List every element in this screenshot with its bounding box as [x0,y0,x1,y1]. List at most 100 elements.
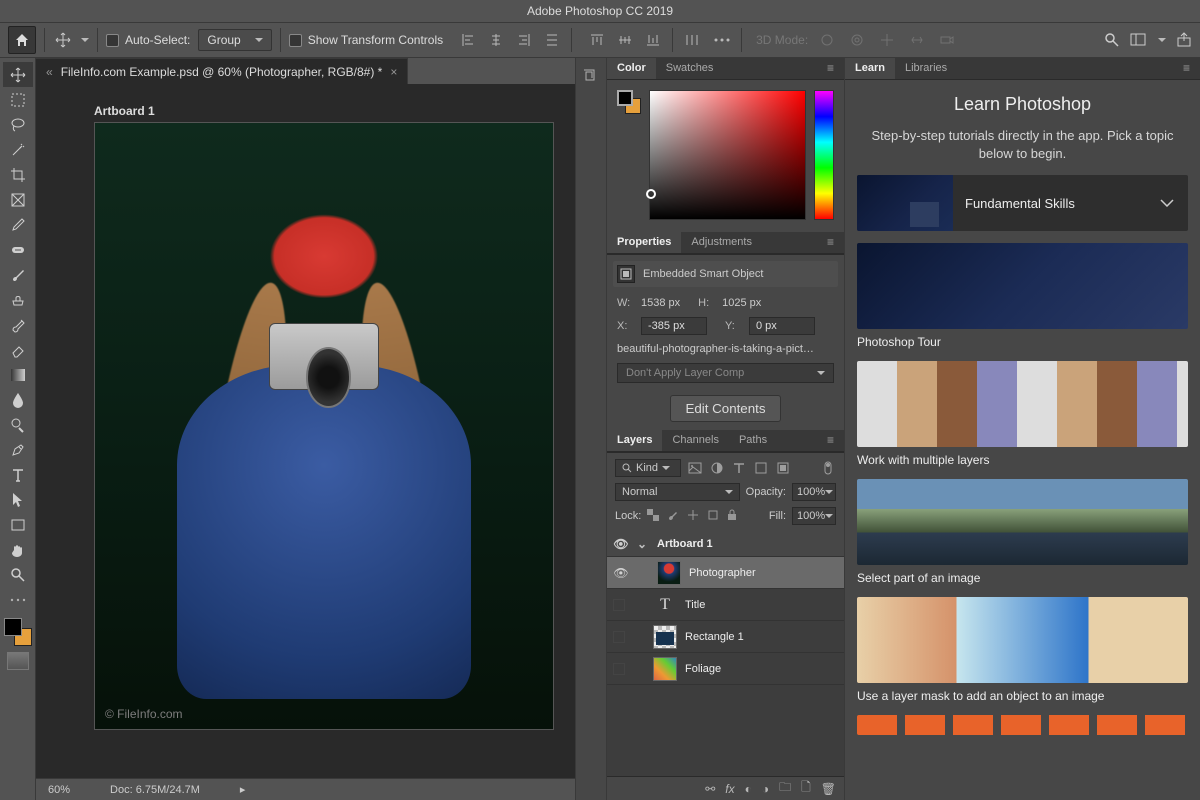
history-panel-icon[interactable] [580,66,602,88]
height-value[interactable]: 1025 px [722,297,761,309]
artboard[interactable]: © FileInfo.com [94,122,554,730]
visibility-icon[interactable] [613,599,625,611]
lasso-tool[interactable] [3,112,33,137]
visibility-icon[interactable]: 👁 [613,537,629,551]
delete-layer-icon[interactable]: 🗑 [821,782,836,796]
distribute-spacing-icon[interactable] [681,29,703,51]
tab-layers[interactable]: Layers [607,429,662,451]
zoom-tool[interactable] [3,562,33,587]
lock-all-icon[interactable] [727,509,741,523]
layer-thumbnail[interactable] [653,625,677,649]
align-left-icon[interactable] [457,29,479,51]
artboard-label[interactable]: Artboard 1 [94,104,155,118]
auto-select-checkbox[interactable]: Auto-Select: [106,33,190,47]
eraser-tool[interactable] [3,337,33,362]
visibility-icon[interactable]: 👁 [613,566,629,580]
layer-filter-kind-dropdown[interactable]: Kind [615,459,681,477]
zoom-level[interactable]: 60% [48,784,70,796]
tutorial-card[interactable]: Use a layer mask to add an object to an … [857,597,1188,703]
document-tab[interactable]: « FileInfo.com Example.psd @ 60% (Photog… [36,58,408,84]
blur-tool[interactable] [3,387,33,412]
visibility-icon[interactable] [613,663,625,675]
align-center-h-icon[interactable] [485,29,507,51]
frame-tool[interactable] [3,187,33,212]
foreground-background-colors[interactable] [4,618,32,646]
tab-adjustments[interactable]: Adjustments [681,231,762,253]
layer-row[interactable]: 👁 Photographer [607,557,844,589]
filter-shape-icon[interactable] [753,460,769,476]
filter-toggle-icon[interactable] [820,460,836,476]
tab-color[interactable]: Color [607,58,656,79]
layer-thumbnail[interactable]: T [653,593,677,617]
panel-menu-icon[interactable]: ≡ [1179,58,1194,79]
layer-thumbnail[interactable] [657,561,681,585]
filter-smartobject-icon[interactable] [775,460,791,476]
filter-adjustment-icon[interactable] [709,460,725,476]
screen-mode-icon[interactable] [1130,33,1148,47]
crop-tool[interactable] [3,162,33,187]
eyedropper-tool[interactable] [3,212,33,237]
layer-thumbnail[interactable] [653,657,677,681]
show-transform-checkbox[interactable]: Show Transform Controls [289,33,443,47]
brush-tool[interactable] [3,262,33,287]
status-disclosure-icon[interactable]: ▸ [240,783,246,796]
panel-menu-icon[interactable]: ≡ [823,58,838,79]
align-center-v-icon[interactable] [614,29,636,51]
close-tab-icon[interactable]: × [390,65,397,79]
dodge-tool[interactable] [3,412,33,437]
new-layer-icon[interactable]: 🗋 [801,778,811,799]
filter-type-icon[interactable] [731,460,747,476]
magic-wand-tool[interactable] [3,137,33,162]
layer-row[interactable]: T Title [607,589,844,621]
link-layers-icon[interactable]: ⚯ [705,782,715,796]
y-input[interactable] [749,317,815,335]
gradient-tool[interactable] [3,362,33,387]
tutorial-card[interactable]: Select part of an image [857,479,1188,585]
tab-channels[interactable]: Channels [662,429,728,451]
new-group-icon[interactable]: 🗀 [779,778,791,799]
disclosure-icon[interactable]: ⌄ [637,537,649,551]
document-info[interactable]: Doc: 6.75M/24.7M [110,784,200,796]
layer-row-artboard[interactable]: 👁 ⌄ Artboard 1 [607,531,844,557]
quick-mask-toggle[interactable] [7,652,29,670]
chevron-down-icon[interactable] [1158,38,1166,46]
more-options-icon[interactable] [711,29,733,51]
tab-learn[interactable]: Learn [845,58,895,79]
tab-properties[interactable]: Properties [607,231,681,253]
tutorial-card[interactable] [857,715,1188,735]
filter-pixel-icon[interactable] [687,460,703,476]
lock-transparency-icon[interactable] [647,509,661,523]
hue-slider[interactable] [814,90,834,220]
panel-menu-icon[interactable]: ≡ [823,231,838,253]
search-icon[interactable] [1104,32,1120,48]
align-top-icon[interactable] [586,29,608,51]
history-brush-tool[interactable] [3,312,33,337]
align-bottom-icon[interactable] [642,29,664,51]
tab-libraries[interactable]: Libraries [895,58,957,79]
layer-row[interactable]: Foliage [607,653,844,685]
layer-row[interactable]: Rectangle 1 [607,621,844,653]
home-button[interactable] [8,26,36,54]
chevron-down-icon[interactable] [81,38,89,46]
lock-artboard-icon[interactable] [707,509,721,523]
x-input[interactable] [641,317,707,335]
edit-toolbar-icon[interactable] [3,587,33,612]
pen-tool[interactable] [3,437,33,462]
edit-contents-button[interactable]: Edit Contents [670,395,780,422]
healing-brush-tool[interactable] [3,237,33,262]
panel-menu-icon[interactable]: ≡ [823,429,838,451]
color-swatch-stack[interactable] [617,90,641,114]
lock-position-icon[interactable] [687,509,701,523]
visibility-icon[interactable] [613,631,625,643]
width-value[interactable]: 1538 px [641,297,680,309]
align-right-icon[interactable] [513,29,535,51]
tab-swatches[interactable]: Swatches [656,58,724,79]
auto-select-target-dropdown[interactable]: Group [198,29,271,51]
path-selection-tool[interactable] [3,487,33,512]
clone-stamp-tool[interactable] [3,287,33,312]
marquee-tool[interactable] [3,87,33,112]
tutorial-card[interactable]: Photoshop Tour [857,243,1188,349]
opacity-input[interactable]: 100% [792,483,836,501]
color-field[interactable] [649,90,806,220]
fill-input[interactable]: 100% [792,507,836,525]
